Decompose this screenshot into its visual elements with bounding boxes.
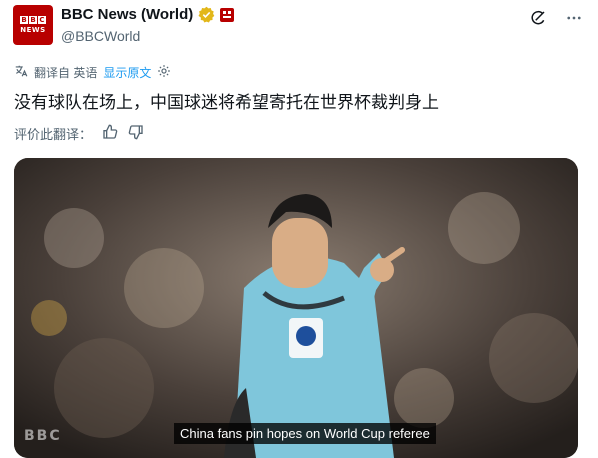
- translated-from-label: 翻译自 英语: [34, 66, 98, 80]
- name-row: BBC News (World): [61, 6, 235, 23]
- more-icon[interactable]: [564, 8, 584, 28]
- header-actions: [528, 8, 584, 28]
- avatar-subtext: NEWS: [20, 26, 46, 34]
- rate-translation-label: 评价此翻译：: [14, 127, 93, 142]
- verified-badge-icon[interactable]: [198, 6, 215, 23]
- thumbs-up-icon[interactable]: [102, 124, 118, 143]
- video-caption: China fans pin hopes on World Cup refere…: [174, 423, 436, 444]
- org-badge-icon[interactable]: [220, 7, 235, 22]
- bbc-block: C: [38, 16, 46, 24]
- tweet-media[interactable]: BBC China fans pin hopes on World Cup re…: [14, 158, 578, 458]
- translate-icon: [14, 64, 28, 81]
- rate-translation-row: 评价此翻译：: [14, 124, 144, 143]
- tweet-text: 没有球队在场上，中国球迷将希望寄托在世界杯裁判身上: [14, 93, 439, 112]
- avatar[interactable]: B B C NEWS: [13, 5, 53, 45]
- referee-photo: [14, 158, 578, 458]
- gear-icon[interactable]: [157, 64, 171, 81]
- grok-icon[interactable]: [528, 8, 548, 28]
- thumbs-down-icon[interactable]: [128, 124, 144, 143]
- bbc-block: B: [29, 16, 37, 24]
- display-name[interactable]: BBC News (World): [61, 6, 193, 23]
- translation-row: 翻译自 英语 显示原文: [14, 64, 171, 81]
- video-logo-watermark: BBC: [24, 428, 62, 444]
- bbc-block: B: [20, 16, 28, 24]
- tweet-header: B B C NEWS BBC News (World) @BBCWorld: [13, 4, 584, 48]
- show-original-link[interactable]: 显示原文: [103, 64, 151, 81]
- bbc-logo: B B C: [20, 16, 46, 24]
- handle[interactable]: @BBCWorld: [61, 28, 140, 44]
